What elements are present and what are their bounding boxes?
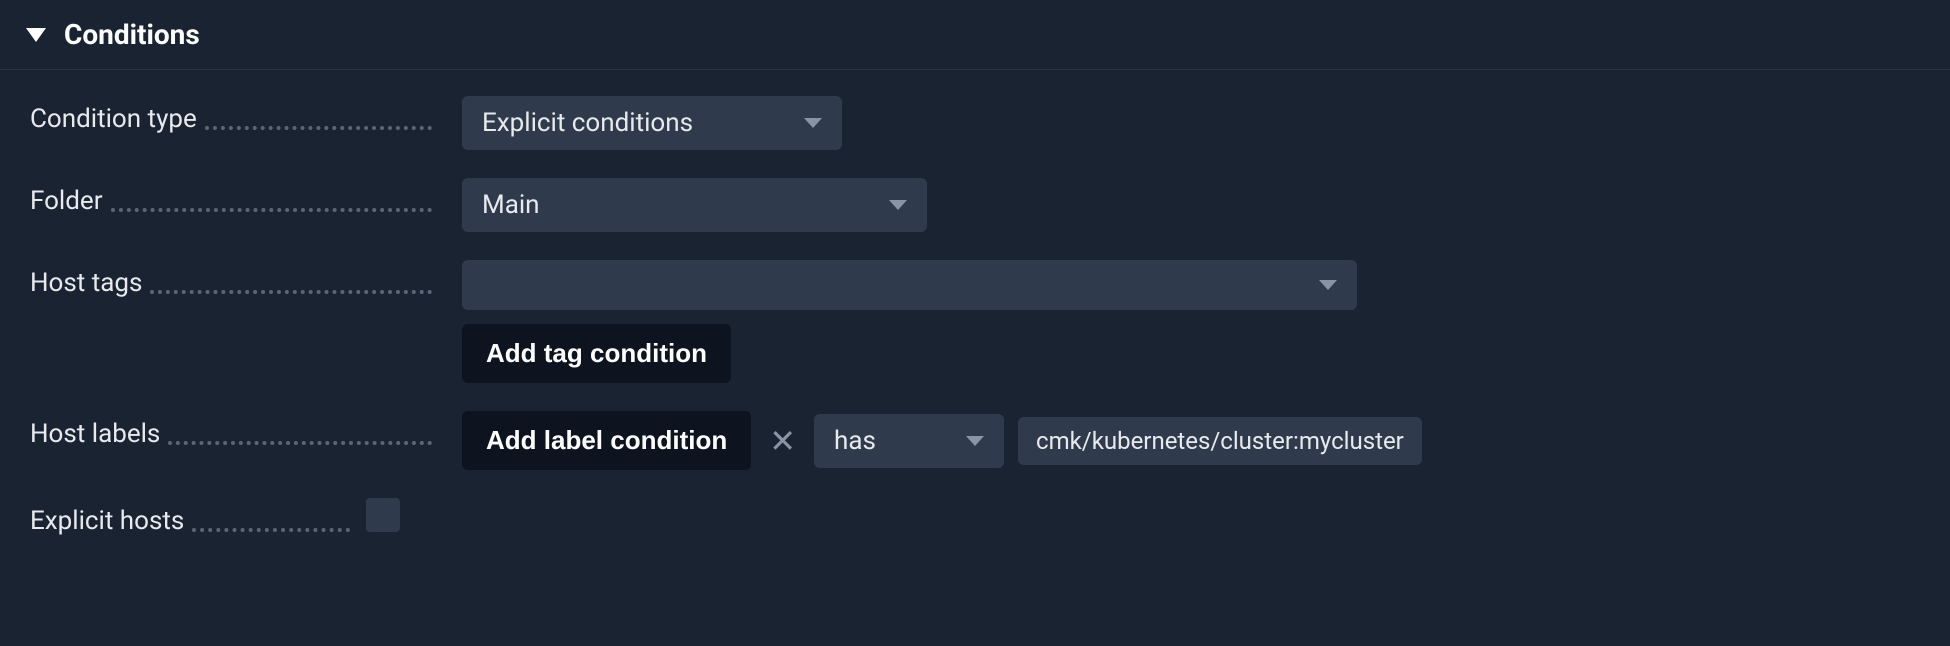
label-host-tags: Host tags (30, 268, 142, 298)
section-title: Conditions (64, 18, 200, 51)
row-host-labels: Host labels Add label condition ✕ has cm… (30, 411, 1920, 470)
label-cell: Host tags (30, 260, 432, 298)
caret-down-icon (966, 436, 984, 446)
section-header[interactable]: Conditions (0, 0, 1950, 70)
value-cell: Add tag condition (432, 260, 1920, 383)
caret-down-icon (1319, 280, 1337, 290)
value-cell: Main (432, 178, 1920, 232)
dropdown-value: Explicit conditions (482, 108, 693, 138)
label-condition-type: Condition type (30, 104, 197, 134)
label-cell: Explicit hosts (30, 498, 350, 536)
label-operator-dropdown[interactable]: has (814, 414, 1004, 468)
dots-filler (111, 208, 432, 212)
caret-down-icon (889, 200, 907, 210)
label-host-labels: Host labels (30, 419, 160, 449)
caret-down-icon (804, 118, 822, 128)
value-cell: Explicit conditions (432, 96, 1920, 150)
add-label-condition-button[interactable]: Add label condition (462, 411, 751, 470)
label-explicit-hosts: Explicit hosts (30, 506, 184, 536)
row-condition-type: Condition type Explicit conditions (30, 96, 1920, 150)
label-cell: Condition type (30, 96, 432, 134)
value-cell (350, 498, 1920, 532)
add-tag-condition-button[interactable]: Add tag condition (462, 324, 731, 383)
label-folder: Folder (30, 186, 103, 216)
dots-filler (168, 441, 432, 445)
value-cell: Add label condition ✕ has cmk/kubernetes… (432, 411, 1920, 470)
row-explicit-hosts: Explicit hosts (30, 498, 1920, 536)
explicit-hosts-checkbox[interactable] (366, 498, 400, 532)
row-host-tags: Host tags Add tag condition (30, 260, 1920, 383)
dots-filler (192, 528, 350, 532)
dropdown-value: has (834, 426, 876, 456)
host-tags-stack: Add tag condition (462, 260, 1357, 383)
label-cell: Folder (30, 178, 432, 216)
row-folder: Folder Main (30, 178, 1920, 232)
dropdown-value: Main (482, 190, 540, 220)
folder-dropdown[interactable]: Main (462, 178, 927, 232)
conditions-form: Condition type Explicit conditions Folde… (0, 70, 1950, 590)
condition-type-dropdown[interactable]: Explicit conditions (462, 96, 842, 150)
collapse-triangle-icon[interactable] (26, 28, 46, 42)
remove-label-icon[interactable]: ✕ (765, 422, 800, 460)
label-cell: Host labels (30, 411, 432, 449)
dots-filler (150, 290, 432, 294)
dots-filler (205, 126, 432, 130)
host-tags-dropdown[interactable] (462, 260, 1357, 310)
host-label-chip[interactable]: cmk/kubernetes/cluster:mycluster (1018, 417, 1422, 465)
